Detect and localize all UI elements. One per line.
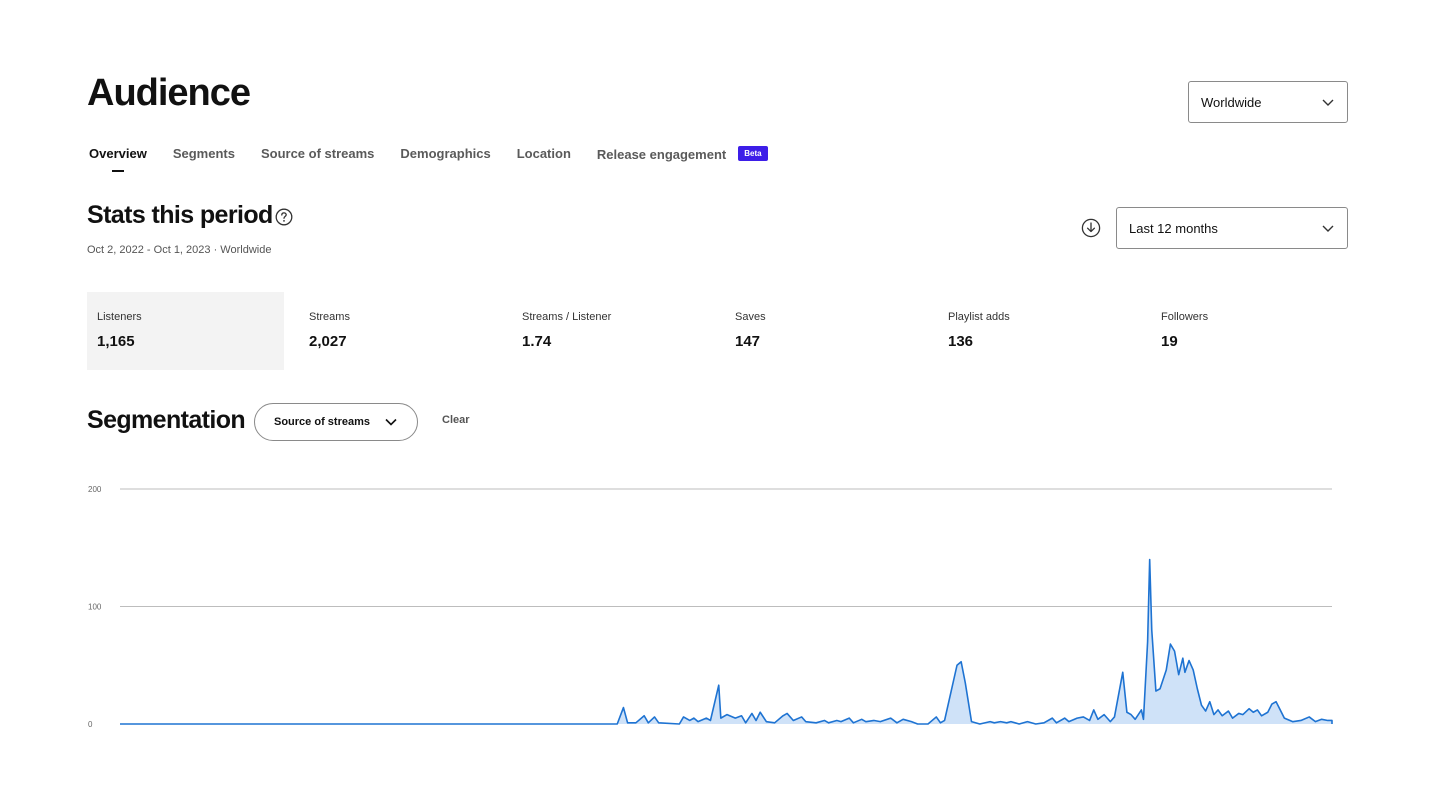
metric-value: 2,027	[309, 333, 347, 350]
chevron-down-icon	[1322, 225, 1334, 232]
metric-listeners[interactable]: Listeners 1,165	[87, 292, 284, 370]
tab-label: Source of streams	[260, 146, 375, 161]
metric-playlist-adds[interactable]: Playlist adds 136	[938, 292, 1135, 370]
clear-button[interactable]: Clear	[442, 414, 470, 426]
metric-label: Listeners	[97, 311, 142, 323]
metric-value: 147	[735, 333, 761, 350]
tab-release-engagement[interactable]: Release engagement Beta	[597, 146, 768, 162]
segmentation-select[interactable]: Source of streams	[254, 403, 418, 441]
help-circle-icon[interactable]	[275, 208, 293, 226]
chevron-down-icon	[1322, 99, 1334, 106]
y-tick-label: 100	[88, 603, 102, 612]
segmentation-select-value: Source of streams	[274, 416, 370, 428]
tab-source-of-streams[interactable]: Source of streams	[261, 146, 374, 162]
tab-location[interactable]: Location	[517, 146, 571, 162]
metric-streams-per-listener[interactable]: Streams / Listener 1.74	[512, 292, 709, 370]
tab-bar: Overview Segments Source of streams Demo…	[89, 146, 768, 162]
metric-label: Playlist adds	[948, 311, 1010, 323]
metric-label: Saves	[735, 311, 766, 323]
metric-streams[interactable]: Streams 2,027	[299, 292, 496, 370]
chevron-down-icon	[385, 418, 397, 426]
tab-demographics[interactable]: Demographics	[400, 146, 490, 162]
metric-value: 1.74	[522, 333, 552, 350]
region-select-value: Worldwide	[1201, 94, 1262, 110]
metric-value: 136	[948, 333, 974, 350]
metric-label: Streams	[309, 311, 350, 323]
segmentation-title: Segmentation	[87, 406, 246, 434]
listeners-chart: 0 100 200	[88, 485, 1333, 729]
metric-saves[interactable]: Saves 147	[725, 292, 922, 370]
tab-label: Segments	[172, 146, 235, 161]
period-select-value: Last 12 months	[1129, 220, 1218, 236]
tab-overview[interactable]: Overview	[89, 146, 147, 162]
tab-label: Demographics	[400, 146, 491, 161]
tab-label: Release engagement	[596, 147, 727, 162]
download-icon[interactable]	[1081, 218, 1101, 238]
y-tick-label: 200	[88, 485, 102, 494]
metric-followers[interactable]: Followers 19	[1151, 292, 1348, 370]
tab-segments[interactable]: Segments	[173, 146, 235, 162]
tab-label: Location	[516, 146, 571, 161]
tab-label: Overview	[89, 146, 147, 161]
metric-label: Streams / Listener	[522, 311, 612, 323]
metric-value: 1,165	[97, 333, 135, 350]
stats-title: Stats this period	[87, 201, 273, 229]
region-select[interactable]: Worldwide	[1188, 81, 1348, 123]
beta-badge: Beta	[738, 146, 768, 161]
page-title: Audience	[87, 72, 251, 114]
period-select[interactable]: Last 12 months	[1116, 207, 1348, 249]
metric-value: 19	[1161, 333, 1178, 350]
y-tick-label: 0	[88, 720, 93, 729]
metric-label: Followers	[1161, 311, 1209, 323]
date-range: Oct 2, 2022 - Oct 1, 2023 · Worldwide	[87, 244, 272, 256]
